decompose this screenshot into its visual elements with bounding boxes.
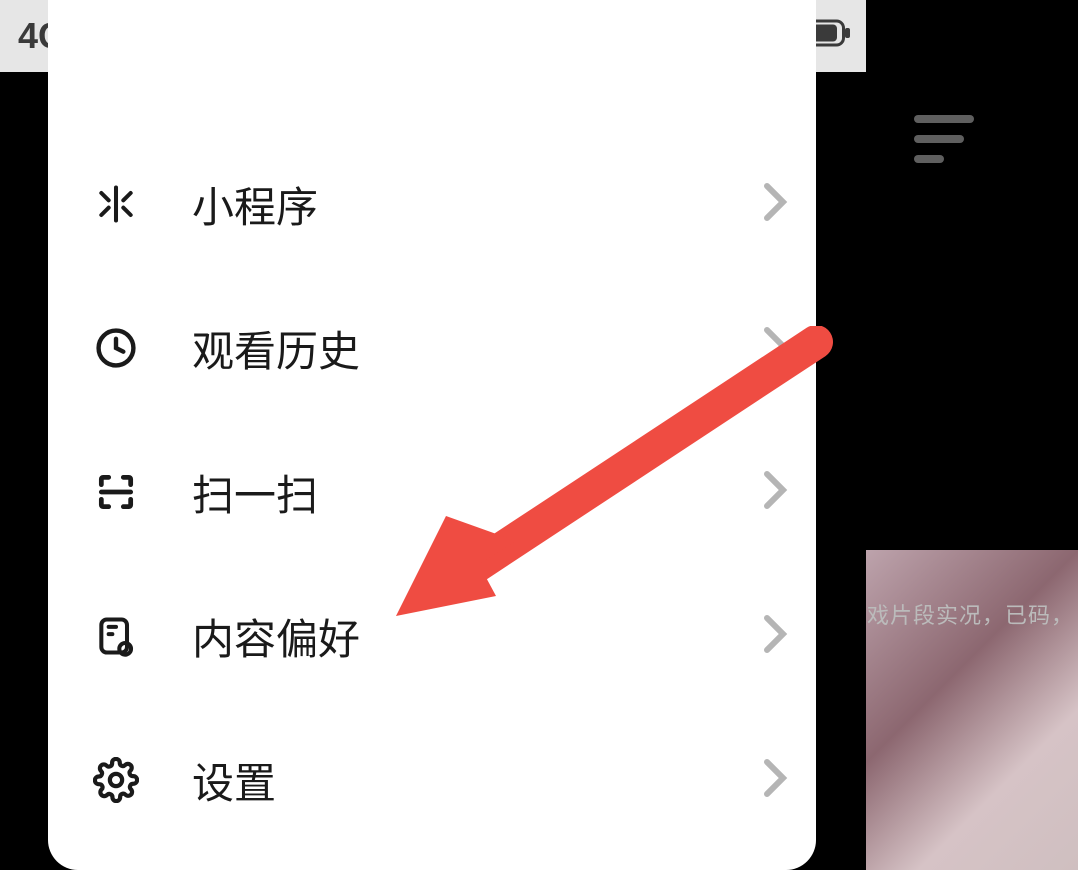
preference-icon [86,614,146,658]
chevron-right-icon [762,470,788,515]
video-caption: 戏片段实况，已码， [867,598,1074,630]
menu-item-label: 内容偏好 [192,606,762,667]
menu-item-label: 观看历史 [192,318,762,379]
menu-item-miniprogram[interactable]: 小程序 [86,132,788,276]
menu-item-label: 扫一扫 [192,462,762,523]
miniprogram-icon [86,182,146,226]
chevron-right-icon [762,758,788,803]
menu-item-content-preference[interactable]: 内容偏好 [86,564,788,708]
chevron-right-icon [762,614,788,659]
menu-item-history[interactable]: 观看历史 [86,276,788,420]
menu-item-settings[interactable]: 设置 [86,708,788,852]
screen: 戏片段实况，已码， 4G 0.4K/s 02:33 HD 89% [0,0,1078,870]
side-drawer: 小程序 观看历史 [48,0,816,870]
gear-icon [86,757,146,803]
clock-icon [86,326,146,370]
menu-item-label: 设置 [192,750,762,811]
chevron-right-icon [762,182,788,227]
menu-list: 小程序 观看历史 [48,72,816,852]
menu-item-scan[interactable]: 扫一扫 [86,420,788,564]
chevron-right-icon [762,326,788,371]
drawer-toggle-button[interactable] [914,115,980,165]
scan-icon [86,470,146,514]
menu-item-label: 小程序 [192,174,762,235]
